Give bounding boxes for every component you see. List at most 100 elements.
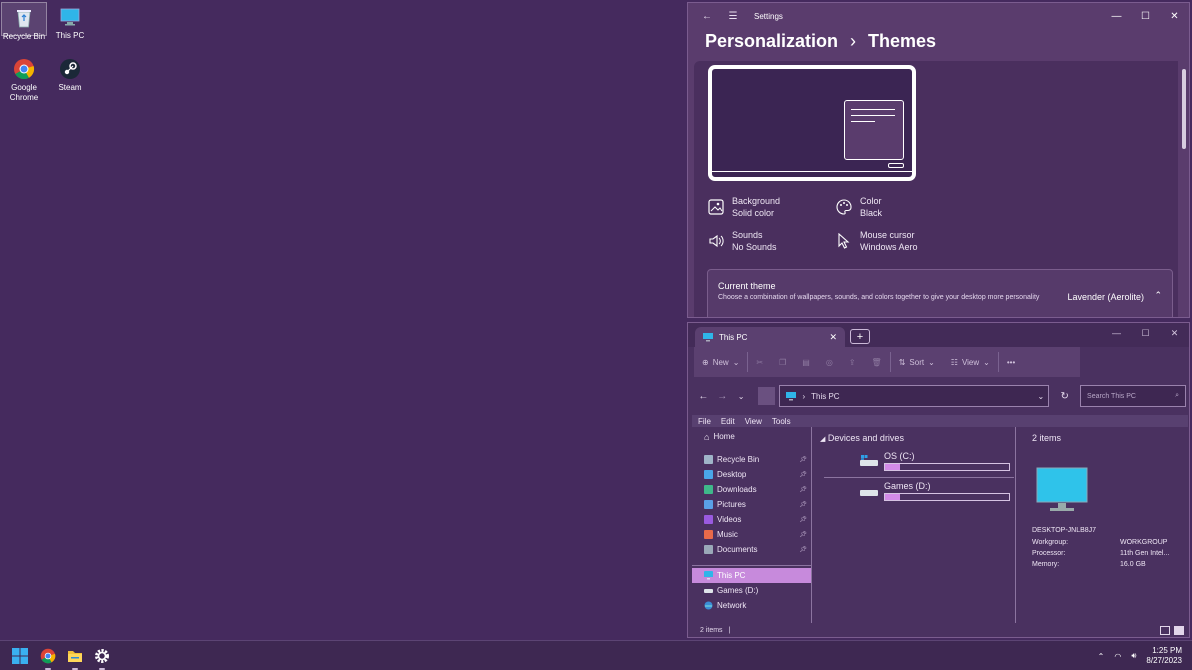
- chevron-down-icon: ⌄: [928, 357, 935, 367]
- menu-button[interactable]: ☰: [720, 3, 746, 29]
- windows-start-icon[interactable]: [12, 648, 28, 664]
- close-tab-icon[interactable]: ✕: [829, 332, 837, 343]
- window-controls: — ☐ ✕: [1102, 323, 1189, 343]
- nav-item-music[interactable]: Music 📌︎: [692, 527, 811, 542]
- nav-item-home[interactable]: ⌂ Home: [692, 429, 811, 444]
- windows-drive-icon: [860, 455, 878, 466]
- taskbar-settings[interactable]: [94, 648, 110, 670]
- close-button[interactable]: ✕: [1160, 3, 1189, 29]
- clock-time: 1:25 PM: [1152, 646, 1182, 655]
- menu-file[interactable]: File: [698, 417, 711, 426]
- pin-icon[interactable]: 📌︎: [799, 486, 807, 493]
- maximize-button[interactable]: ☐: [1131, 323, 1160, 343]
- sort-icon: ⇅: [898, 357, 906, 367]
- drive-name: Games (D:): [884, 481, 931, 491]
- pin-icon[interactable]: 📌︎: [799, 456, 807, 463]
- chevron-up-icon[interactable]: ⌃: [1098, 652, 1105, 661]
- item-count: 2 items: [1032, 433, 1062, 443]
- drive-usage-fill: [885, 464, 900, 470]
- refresh-icon[interactable]: ↻: [1055, 391, 1074, 402]
- taskbar-chrome[interactable]: [40, 648, 56, 670]
- drive-games-d[interactable]: Games (D:): [860, 481, 1010, 507]
- copy-button[interactable]: ❐: [771, 347, 794, 377]
- option-sounds[interactable]: Sounds No Sounds: [708, 229, 777, 253]
- more-options-button[interactable]: •••: [999, 347, 1023, 377]
- search-placeholder: Search This PC: [1087, 392, 1136, 400]
- rename-button[interactable]: ◎: [818, 347, 841, 377]
- details-pane: 2 items DESKTOP-JNLB8J7 Workgroup: WORKGR…: [1015, 427, 1189, 623]
- nav-item-games[interactable]: Games (D:): [692, 583, 811, 598]
- chevron-down-icon[interactable]: ⌄: [1038, 392, 1049, 401]
- nav-item-desktop[interactable]: Desktop 📌︎: [692, 467, 811, 482]
- back-arrow-icon[interactable]: ←: [694, 391, 713, 402]
- status-bar: 2 items |: [692, 623, 1188, 637]
- navigation-pane: ⌂ Home Recycle Bin 📌︎ Desktop 📌︎ Downloads 📌︎…: [692, 427, 812, 623]
- scroll-thumb[interactable]: [1182, 69, 1186, 149]
- up-arrow-button[interactable]: [758, 387, 776, 405]
- forward-arrow-icon[interactable]: →: [713, 391, 732, 402]
- desktop-icon-chrome[interactable]: Google Chrome: [1, 54, 47, 103]
- theme-preview: [708, 65, 916, 181]
- nav-item-downloads[interactable]: Downloads 📌︎: [692, 482, 811, 497]
- trash-icon: 🗑: [871, 357, 882, 367]
- option-background[interactable]: Background Solid color: [708, 195, 780, 219]
- pin-icon[interactable]: 📌︎: [799, 471, 807, 478]
- option-color[interactable]: Color Black: [836, 195, 882, 219]
- close-button[interactable]: ✕: [1160, 323, 1189, 343]
- nav-item-videos[interactable]: Videos 📌︎: [692, 512, 811, 527]
- breadcrumb-current: Themes: [868, 31, 937, 51]
- nav-item-recycle-bin[interactable]: Recycle Bin 📌︎: [692, 452, 811, 467]
- nav-item-documents[interactable]: Documents 📌︎: [692, 542, 811, 557]
- desktop-icon-recycle-bin[interactable]: Recycle Bin: [1, 2, 47, 41]
- search-input[interactable]: Search This PC ⌕: [1080, 385, 1186, 407]
- clock[interactable]: 1:25 PM 8/27/2023: [1146, 646, 1182, 666]
- pin-icon[interactable]: 📌︎: [799, 501, 807, 508]
- pin-icon[interactable]: 📌︎: [799, 531, 807, 538]
- taskbar-file-explorer[interactable]: [67, 648, 83, 670]
- wifi-icon[interactable]: ◠: [1114, 652, 1121, 661]
- nav-label: Recycle Bin: [717, 455, 760, 464]
- detail-value: 11th Gen Intel...: [1120, 550, 1170, 557]
- rename-icon: ◎: [825, 357, 833, 367]
- maximize-button[interactable]: ☐: [1131, 3, 1160, 29]
- option-mouse-cursor[interactable]: Mouse cursor Windows Aero: [836, 229, 918, 253]
- nav-label: Documents: [717, 545, 758, 554]
- desktop-icon-steam[interactable]: Steam: [47, 54, 93, 93]
- menu-view[interactable]: View: [745, 417, 762, 426]
- chevron-up-icon[interactable]: ⌃: [1154, 290, 1162, 301]
- details-view-icon[interactable]: [1160, 625, 1170, 635]
- current-theme-card[interactable]: Current theme Choose a combination of wa…: [707, 269, 1173, 317]
- view-button[interactable]: ☷ View ⌄: [943, 347, 998, 377]
- minimize-button[interactable]: —: [1102, 323, 1131, 343]
- nav-label: Games (D:): [717, 586, 759, 595]
- new-tab-button[interactable]: +: [850, 329, 870, 344]
- nav-item-network[interactable]: Network: [692, 598, 811, 613]
- tab-this-pc[interactable]: This PC ✕: [695, 327, 845, 347]
- nav-item-pictures[interactable]: Pictures 📌︎: [692, 497, 811, 512]
- detail-row: Workgroup: WORKGROUP: [1032, 539, 1186, 546]
- tiles-view-icon[interactable]: [1174, 625, 1184, 635]
- address-bar[interactable]: › This PC ⌄: [779, 385, 1050, 407]
- paste-button[interactable]: ▤: [794, 347, 818, 377]
- recent-locations-icon[interactable]: ⌄: [732, 392, 751, 401]
- menu-edit[interactable]: Edit: [721, 417, 735, 426]
- share-button[interactable]: ⇪: [841, 347, 864, 377]
- cut-button[interactable]: ✂: [748, 347, 771, 377]
- back-button[interactable]: ←: [694, 3, 720, 29]
- section-header[interactable]: ◢ Devices and drives: [820, 433, 1014, 443]
- settings-scrollbar[interactable]: [1182, 61, 1186, 313]
- nav-item-this-pc[interactable]: This PC: [692, 568, 811, 583]
- delete-button[interactable]: 🗑: [864, 347, 890, 377]
- volume-icon[interactable]: 🔊︎: [1131, 651, 1136, 661]
- menu-tools[interactable]: Tools: [772, 417, 791, 426]
- drive-usage-bar: [884, 463, 1010, 471]
- detail-key: Processor:: [1032, 550, 1066, 557]
- new-button[interactable]: ⊕ New ⌄: [694, 347, 747, 377]
- minimize-button[interactable]: —: [1102, 3, 1131, 29]
- pin-icon[interactable]: 📌︎: [799, 516, 807, 523]
- desktop-icon-this-pc[interactable]: This PC: [47, 2, 93, 41]
- sort-button[interactable]: ⇅ Sort ⌄: [891, 347, 943, 377]
- breadcrumb-parent[interactable]: Personalization: [705, 31, 838, 52]
- pin-icon[interactable]: 📌︎: [799, 546, 807, 553]
- drive-os-c[interactable]: OS (C:): [860, 451, 1010, 477]
